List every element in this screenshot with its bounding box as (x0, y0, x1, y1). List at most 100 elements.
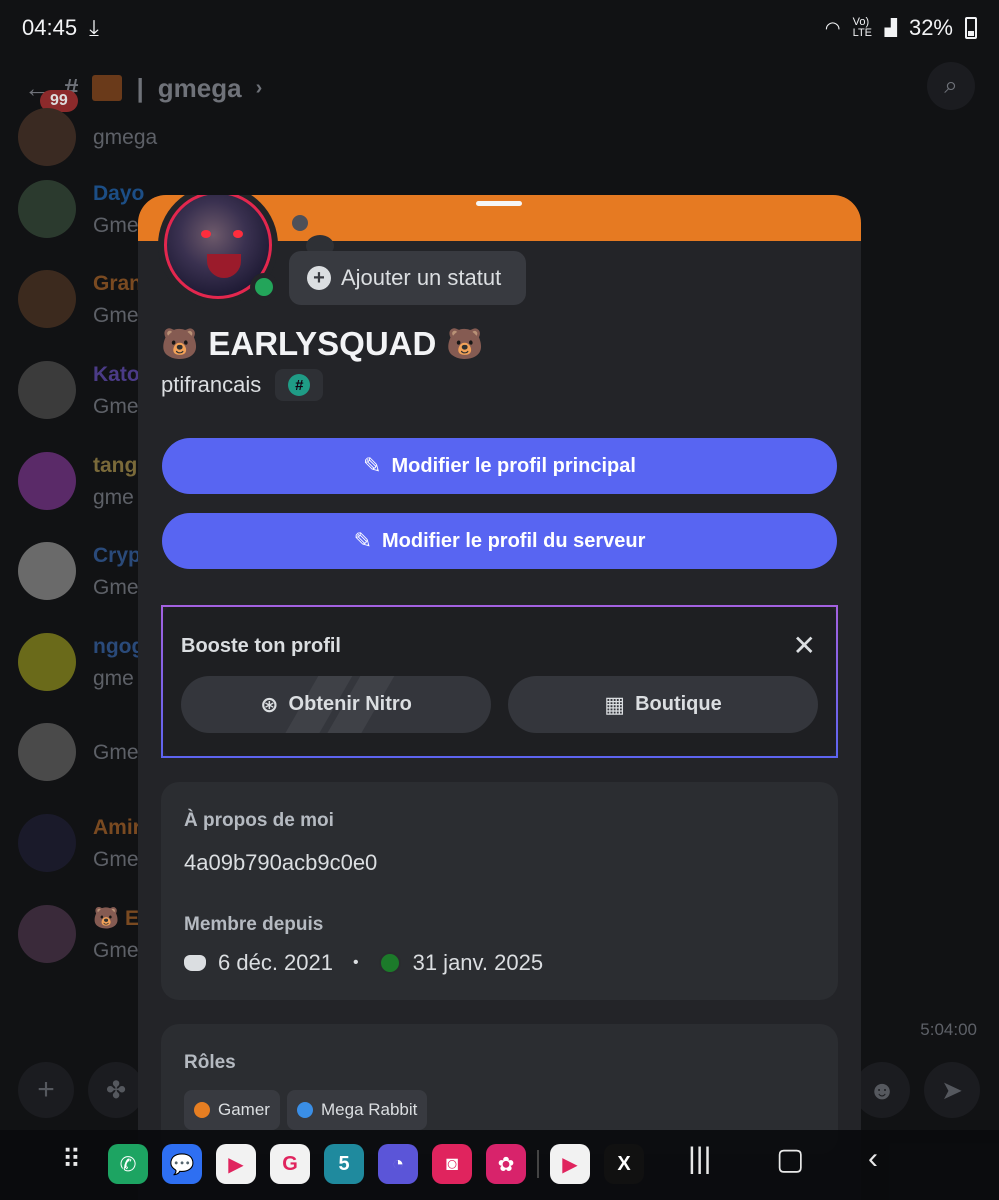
blossom-app-icon[interactable]: ✿ (486, 1144, 526, 1184)
get-nitro-label: Obtenir Nitro (288, 693, 412, 715)
discord-join-date: 6 déc. 2021 (218, 950, 333, 975)
avatar-eye (233, 230, 243, 238)
edit-main-profile-button[interactable]: ✎ Modifier le profil principal (162, 438, 837, 494)
nitro-icon: ⊛ (260, 691, 279, 717)
server-join-date: 31 janv. 2025 (412, 950, 544, 975)
boost-title: Booste ton profil (181, 635, 341, 657)
chat-header: ← # | gmega › (0, 58, 999, 118)
get-nitro-button[interactable]: ⊛ Obtenir Nitro (181, 676, 491, 733)
add-status-label: Ajouter un statut (341, 265, 502, 290)
camera-app-icon[interactable]: ◙ (432, 1144, 472, 1184)
role-chip[interactable]: Mega Rabbit (287, 1090, 428, 1130)
google-photos-app-icon[interactable]: G (270, 1144, 310, 1184)
boost-profile-card: Booste ton profil ✕ ⊛ Obtenir Nitro ▦ Bo… (161, 605, 838, 758)
back-icon[interactable]: ‹ (868, 1142, 878, 1176)
recents-icon[interactable]: ||| (688, 1142, 711, 1176)
avatar[interactable] (18, 108, 76, 166)
phone-app-icon[interactable]: ✆ (108, 1144, 148, 1184)
server-icon (378, 952, 401, 974)
author-name: Dayo (93, 182, 145, 205)
avatar[interactable] (18, 905, 76, 963)
battery-icon (965, 17, 977, 39)
roles-label: Rôles (184, 1052, 236, 1073)
dock-separator (537, 1150, 539, 1178)
role-name: Gamer (218, 1100, 270, 1119)
close-icon[interactable]: ✕ (793, 629, 816, 662)
avatar-mouth (207, 254, 241, 278)
download-icon: ⤓ (89, 15, 99, 40)
messages-app-icon[interactable]: 💬 (162, 1144, 202, 1184)
shop-icon: ▦ (604, 691, 626, 717)
sheet-grabber[interactable] (476, 201, 522, 206)
search-icon[interactable]: ⌕ (927, 62, 975, 110)
chevron-right-icon: › (255, 76, 263, 99)
date-separator: • (352, 954, 359, 971)
avatar[interactable] (18, 361, 76, 419)
profile-sheet: + Ajouter un statut 🐻 EARLYSQUAD 🐻 ptifr… (138, 195, 861, 1200)
about-value: 4a09b790acb9c0e0 (184, 850, 378, 875)
bear-emoji: 🐻 (161, 326, 199, 362)
battery-percent: 32% (908, 15, 953, 40)
add-icon[interactable]: + (18, 1062, 74, 1118)
message-text: Gme (93, 395, 139, 418)
pencil-icon: ✎ (363, 453, 382, 478)
calendar-app-icon[interactable]: 5 (324, 1144, 364, 1184)
avatar[interactable] (18, 180, 76, 238)
add-status-button[interactable]: + Ajouter un statut (289, 251, 526, 305)
samsung-internet-app-icon[interactable]: ◔ (378, 1144, 418, 1184)
avatar[interactable] (18, 270, 76, 328)
server-tag[interactable]: # (275, 369, 324, 401)
message-text: gmega (93, 126, 158, 149)
avatar[interactable] (18, 723, 76, 781)
youtube-app-icon[interactable]: ▶ (550, 1144, 590, 1184)
author-name: tang (93, 454, 138, 477)
network-label: Vo) LTE (852, 16, 872, 39)
home-icon[interactable]: ▢ (776, 1142, 804, 1177)
author-name: 🐻 E (93, 907, 139, 930)
send-icon[interactable]: ➤ (924, 1062, 980, 1118)
username: ptifrancais (161, 372, 262, 397)
message-text: Gme (93, 741, 139, 764)
message-timestamp: 5:04:00 (920, 1020, 977, 1039)
avatar[interactable] (18, 452, 76, 510)
thought-bubble-dot (292, 215, 308, 231)
message-text: Gme (93, 304, 139, 327)
header-divider: | (136, 72, 144, 103)
member-since-row: 6 déc. 2021 • 31 janv. 2025 (184, 950, 543, 976)
about-label: À propos de moi (184, 810, 334, 831)
role-color-dot (194, 1102, 210, 1118)
author-name: Gran (93, 272, 143, 295)
avatar[interactable] (18, 633, 76, 691)
edit-server-profile-label: Modifier le profil du serveur (382, 529, 646, 552)
shop-label: Boutique (635, 693, 722, 715)
emoji-icon[interactable]: ☻ (854, 1062, 910, 1118)
clock: 04:45 (22, 15, 78, 40)
role-name: Mega Rabbit (321, 1100, 418, 1119)
edit-server-profile-button[interactable]: ✎ Modifier le profil du serveur (162, 513, 837, 569)
message-text: Gme (93, 939, 139, 962)
message-text: gme (93, 667, 134, 690)
role-chip[interactable]: Gamer (184, 1090, 280, 1130)
navigation-bar: ⠿ ✆ 💬 ▶ G 5 ◔ ◙ ✿ ▶ X ||| ▢ ‹ (0, 1130, 999, 1200)
apps-icon[interactable]: ✤ (88, 1062, 144, 1118)
author-name: Cryp (93, 544, 141, 567)
member-since-label: Membre depuis (184, 914, 324, 935)
app-drawer-icon[interactable]: ⠿ (62, 1144, 81, 1175)
x-app-icon[interactable]: X (604, 1144, 644, 1184)
play-store-app-icon[interactable]: ▶ (216, 1144, 256, 1184)
display-name-text: EARLYSQUAD (208, 325, 437, 362)
avatar[interactable] (18, 542, 76, 600)
edit-main-profile-label: Modifier le profil principal (391, 454, 636, 477)
about-card: À propos de moi 4a09b790acb9c0e0 Membre … (161, 782, 838, 1000)
avatar[interactable] (18, 814, 76, 872)
message-text: Gme (93, 848, 139, 871)
shop-button[interactable]: ▦ Boutique (508, 676, 818, 733)
role-color-dot (297, 1102, 313, 1118)
bear-emoji: 🐻 (446, 326, 484, 362)
author-name: ngog (93, 635, 145, 658)
status-bar: 04:45 ⤓ ◠ Vo) LTE ▟ 32% (0, 0, 999, 56)
signal-icon: ▟ (884, 20, 897, 37)
hashtag-icon: # (288, 374, 311, 396)
plus-circle-icon: + (307, 266, 331, 290)
channel-name[interactable]: gmega (158, 73, 242, 104)
